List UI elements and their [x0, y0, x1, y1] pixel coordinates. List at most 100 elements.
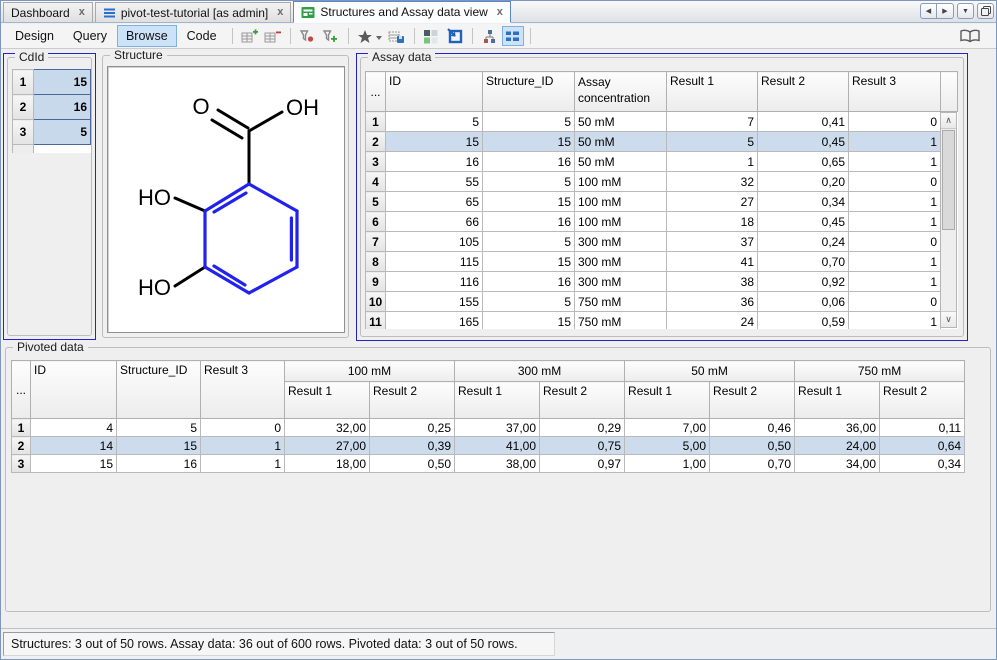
sub-header-result-1[interactable]: Result 1 [455, 382, 540, 419]
table-row[interactable]: 811515300 mM410,701 [366, 252, 958, 272]
sub-header-result-2[interactable]: Result 2 [540, 382, 625, 419]
table-corner-button[interactable]: ... [366, 72, 386, 112]
cell[interactable]: 32,00 [285, 419, 370, 437]
cell[interactable]: 15 [34, 70, 91, 95]
group-header-100mM[interactable]: 100 mM [285, 361, 455, 382]
table-row[interactable]: 1116515750 mM240,591 [366, 312, 958, 330]
cell[interactable]: 100 mM [575, 172, 667, 192]
column-header-result-1[interactable]: Result 1 [667, 72, 758, 112]
table-row[interactable]: 216 [13, 95, 91, 120]
cell[interactable]: 5 [117, 419, 201, 437]
row-header[interactable]: 6 [366, 212, 386, 232]
cell[interactable]: 7,00 [625, 419, 710, 437]
cell[interactable]: 27,00 [285, 437, 370, 455]
cell[interactable]: 1 [849, 212, 941, 232]
column-header-assay-concentration[interactable]: Assay concentration [575, 72, 667, 112]
cell[interactable]: 1 [849, 252, 941, 272]
cell[interactable]: 0,97 [540, 455, 625, 473]
table-row[interactable]: 35 [13, 120, 91, 145]
cell[interactable]: 165 [386, 312, 483, 330]
row-header[interactable]: 4 [366, 172, 386, 192]
tab-pivot-test-tutorial[interactable]: pivot-test-tutorial [as admin] x [95, 2, 292, 22]
table-row[interactable]: 911616300 mM380,921 [366, 272, 958, 292]
cell[interactable]: 0,65 [758, 152, 849, 172]
row-header[interactable]: 5 [366, 192, 386, 212]
cell[interactable]: 0 [849, 112, 941, 132]
table-row[interactable]: 15550 mM70,410 [366, 112, 958, 132]
table-row[interactable]: 3161650 mM10,651 [366, 152, 958, 172]
cell[interactable]: 16 [34, 95, 91, 120]
group-header-300mM[interactable]: 300 mM [455, 361, 625, 382]
table-row[interactable]: 101555750 mM360,060 [366, 292, 958, 312]
tab-structures-and-assay-data-view[interactable]: Structures and Assay data view x [293, 1, 511, 23]
cdid-widget[interactable]: CdId 11521635 [3, 53, 96, 340]
structure-canvas[interactable]: O OH HO HO [107, 66, 345, 333]
cell[interactable]: 1 [849, 312, 941, 330]
cell[interactable]: 7 [667, 112, 758, 132]
maximize-restore-button[interactable] [977, 3, 994, 19]
cell[interactable]: 16 [483, 212, 575, 232]
cell[interactable]: 750 mM [575, 312, 667, 330]
table-view-icon[interactable] [502, 26, 524, 46]
import-view-icon[interactable] [444, 26, 466, 46]
cell[interactable]: 32 [667, 172, 758, 192]
cell[interactable]: 0,70 [758, 252, 849, 272]
cell[interactable]: 1 [849, 152, 941, 172]
cell[interactable]: 0,75 [540, 437, 625, 455]
sub-header-result-2[interactable]: Result 2 [880, 382, 965, 419]
cell[interactable]: 27 [667, 192, 758, 212]
table-row[interactable]: 21415127,000,3941,000,755,000,5024,000,6… [12, 437, 965, 455]
cell[interactable]: 66 [386, 212, 483, 232]
cell[interactable]: 15 [386, 132, 483, 152]
row-header[interactable]: 3 [366, 152, 386, 172]
cell[interactable]: 1,00 [625, 455, 710, 473]
cell[interactable]: 5 [386, 112, 483, 132]
table-row[interactable]: 71055300 mM370,240 [366, 232, 958, 252]
table-row[interactable]: 66616100 mM180,451 [366, 212, 958, 232]
cell[interactable]: 5 [34, 120, 91, 145]
cell[interactable]: 15 [483, 252, 575, 272]
remove-table-icon[interactable] [262, 26, 284, 46]
cell[interactable]: 37,00 [455, 419, 540, 437]
cell[interactable]: 16 [117, 455, 201, 473]
cell[interactable]: 0,45 [758, 212, 849, 232]
group-header-750mM[interactable]: 750 mM [795, 361, 965, 382]
cell[interactable]: 38 [667, 272, 758, 292]
cell[interactable]: 50 mM [575, 152, 667, 172]
cell[interactable]: 0,20 [758, 172, 849, 192]
cell[interactable]: 100 mM [575, 212, 667, 232]
scrollbar-thumb[interactable] [942, 130, 955, 230]
code-mode-button[interactable]: Code [178, 25, 226, 47]
cell[interactable]: 15 [483, 132, 575, 152]
cell[interactable]: 5 [483, 292, 575, 312]
cell[interactable]: 1 [667, 152, 758, 172]
add-table-icon[interactable] [239, 26, 261, 46]
cell[interactable]: 0,41 [758, 112, 849, 132]
cell[interactable]: 4 [31, 419, 117, 437]
query-mode-button[interactable]: Query [64, 25, 116, 47]
row-header[interactable]: 10 [366, 292, 386, 312]
row-header[interactable]: 11 [366, 312, 386, 330]
tab-dashboard[interactable]: Dashboard x [3, 2, 93, 22]
cell[interactable]: 116 [386, 272, 483, 292]
column-header-result-3[interactable]: Result 3 [201, 361, 285, 419]
cell[interactable]: 0,34 [758, 192, 849, 212]
scroll-tabs-right-button[interactable]: ▶ [937, 3, 954, 19]
favorites-star-icon[interactable] [355, 26, 385, 46]
row-header[interactable]: 1 [366, 112, 386, 132]
cell[interactable]: 36 [667, 292, 758, 312]
cell[interactable]: 15 [117, 437, 201, 455]
cell[interactable]: 5 [667, 132, 758, 152]
cell[interactable]: 155 [386, 292, 483, 312]
browse-mode-button[interactable]: Browse [117, 25, 177, 47]
cell[interactable]: 0,11 [880, 419, 965, 437]
cell[interactable]: 115 [386, 252, 483, 272]
cell[interactable]: 50 mM [575, 112, 667, 132]
row-header[interactable]: 8 [366, 252, 386, 272]
assay-data-widget[interactable]: Assay data ... ID Structure_ID A [356, 53, 968, 341]
cell[interactable]: 18,00 [285, 455, 370, 473]
cell[interactable]: 0,50 [710, 437, 795, 455]
table-row[interactable]: 4555100 mM320,200 [366, 172, 958, 192]
cell[interactable]: 1 [849, 272, 941, 292]
scroll-up-icon[interactable]: ∧ [941, 113, 956, 129]
